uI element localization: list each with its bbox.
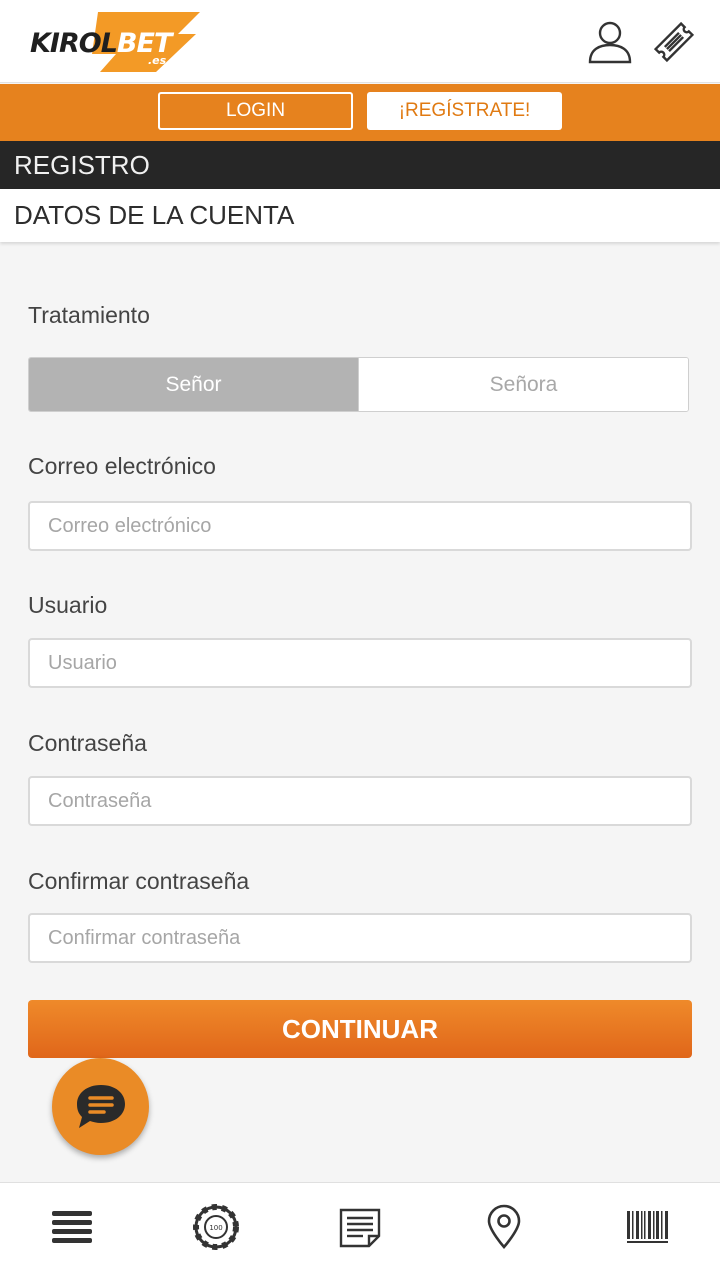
auth-bar: LOGIN ¡REGÍSTRATE! bbox=[0, 84, 720, 141]
email-field[interactable] bbox=[28, 501, 692, 551]
ticket-icon[interactable] bbox=[650, 18, 698, 66]
top-header: KIROLBET .es bbox=[0, 0, 720, 83]
menu-icon[interactable] bbox=[48, 1203, 96, 1251]
option-senora[interactable]: Señora bbox=[358, 358, 688, 411]
password-field[interactable] bbox=[28, 776, 692, 826]
tratamiento-toggle: Señor Señora bbox=[28, 357, 689, 412]
usuario-label: Usuario bbox=[28, 592, 108, 618]
barcode-icon[interactable] bbox=[624, 1203, 672, 1251]
user-icon[interactable] bbox=[586, 18, 634, 66]
continue-button[interactable]: CONTINUAR bbox=[28, 1000, 692, 1058]
logo-suffix: .es bbox=[148, 54, 167, 67]
news-icon[interactable] bbox=[336, 1203, 384, 1251]
svg-text:100: 100 bbox=[209, 1224, 222, 1232]
usuario-field[interactable] bbox=[28, 638, 692, 688]
chat-button[interactable] bbox=[52, 1058, 149, 1155]
password-label: Contraseña bbox=[28, 730, 147, 756]
kirolbet-logo[interactable]: KIROLBET .es bbox=[28, 10, 208, 74]
section-datos-cuenta: DATOS DE LA CUENTA bbox=[0, 189, 720, 242]
section-registro: REGISTRO bbox=[0, 141, 720, 189]
chat-bubble-icon bbox=[76, 1084, 125, 1128]
register-button[interactable]: ¡REGÍSTRATE! bbox=[367, 92, 562, 130]
option-senor[interactable]: Señor bbox=[29, 358, 358, 411]
location-pin-icon[interactable] bbox=[480, 1203, 528, 1251]
tratamiento-label: Tratamiento bbox=[28, 302, 150, 328]
confirm-password-field[interactable] bbox=[28, 913, 692, 963]
email-label: Correo electrónico bbox=[28, 453, 216, 479]
confirm-password-label: Confirmar contraseña bbox=[28, 868, 250, 894]
casino-chip-icon[interactable]: 100 bbox=[192, 1203, 240, 1251]
bottom-nav: 100 bbox=[0, 1182, 720, 1280]
login-button[interactable]: LOGIN bbox=[158, 92, 353, 130]
